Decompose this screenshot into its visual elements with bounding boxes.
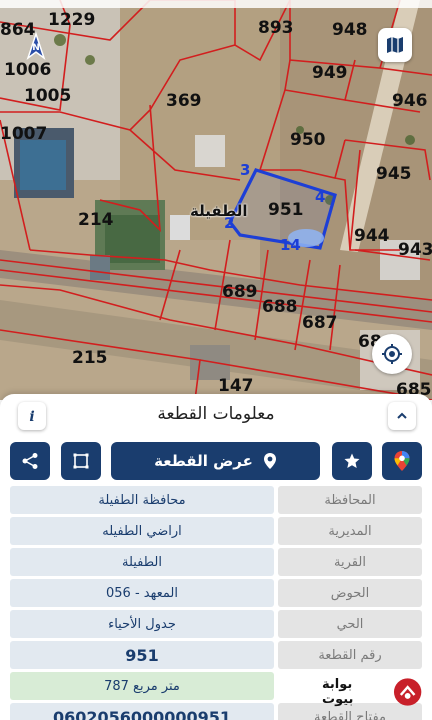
location-pin-icon: [263, 453, 276, 469]
plot-label-selected[interactable]: 951: [268, 202, 304, 219]
status-bar: [0, 0, 432, 8]
sheet-title: معلومات القطعة: [157, 404, 275, 424]
info-icon[interactable]: i: [18, 402, 46, 430]
google-maps-icon: [394, 451, 410, 471]
info-row-village: الطفيلة القرية: [10, 548, 422, 576]
plot-label[interactable]: 688: [262, 299, 298, 316]
polygon-button[interactable]: [61, 442, 101, 480]
action-bar: عرض القطعة: [0, 442, 432, 480]
vertex-label: 3: [240, 161, 251, 179]
show-plot-button[interactable]: عرض القطعة: [111, 442, 320, 480]
show-plot-label: عرض القطعة: [154, 452, 253, 470]
info-value: 787 متر مربع: [10, 672, 274, 700]
plot-label[interactable]: 1007: [0, 126, 47, 143]
plot-label[interactable]: 369: [166, 93, 202, 110]
plot-label[interactable]: 214: [78, 212, 114, 229]
satellite-map[interactable]: 1229 893 948 864 1006 949 1005 369 946 1…: [0, 0, 432, 400]
info-row-governorate: محافظة الطفيلة المحافظة: [10, 486, 422, 514]
gps-locate-icon[interactable]: [372, 334, 412, 374]
chevron-up-icon[interactable]: [388, 402, 416, 430]
info-key: الحوض: [278, 579, 422, 607]
plot-label[interactable]: 1229: [48, 12, 95, 29]
info-row-neighborhood: جدول الأحياء الحي: [10, 610, 422, 638]
brand-logo-icon: [393, 678, 422, 706]
sheet-header: i معلومات القطعة: [0, 394, 432, 436]
plot-label[interactable]: 893: [258, 20, 294, 37]
village-label: الطفيلة: [190, 202, 248, 220]
plot-label[interactable]: 950: [290, 132, 326, 149]
info-key: المديرية: [278, 517, 422, 545]
info-value: الطفيلة: [10, 548, 274, 576]
info-value: اراضي الطفيله: [10, 517, 274, 545]
info-key: القرية: [278, 548, 422, 576]
plot-label[interactable]: 946: [392, 93, 428, 110]
map-book-icon[interactable]: [378, 28, 412, 62]
plot-label[interactable]: 1006: [4, 62, 51, 79]
brand-name: بوابة بيوت: [322, 677, 354, 707]
plot-label[interactable]: 943: [398, 242, 432, 259]
svg-text:N: N: [32, 43, 40, 53]
info-value: جدول الأحياء: [10, 610, 274, 638]
info-row-plot-number: 951 رقم القطعة: [10, 641, 422, 669]
plot-info-sheet: i معلومات القطعة عرض القطعة محافظة الطفي…: [0, 394, 432, 720]
plot-label[interactable]: 948: [332, 22, 368, 39]
share-icon: [22, 453, 38, 469]
plot-label[interactable]: 689: [222, 284, 258, 301]
info-key: المحافظة: [278, 486, 422, 514]
polygon-select-icon: [73, 453, 89, 469]
north-arrow-icon[interactable]: N: [20, 30, 52, 64]
brand-watermark: بوابة بيوت: [322, 672, 422, 712]
info-row-directorate: اراضي الطفيله المديرية: [10, 517, 422, 545]
google-maps-button[interactable]: [382, 442, 422, 480]
favorite-button[interactable]: [332, 442, 372, 480]
vertex-label: 14: [280, 236, 301, 254]
info-value: 0602056000000951: [10, 703, 274, 720]
plot-label[interactable]: 945: [376, 166, 412, 183]
info-key: رقم القطعة: [278, 641, 422, 669]
plot-label[interactable]: 949: [312, 65, 348, 82]
info-value: المعهد - 056: [10, 579, 274, 607]
share-button[interactable]: [10, 442, 50, 480]
info-value: محافظة الطفيلة: [10, 486, 274, 514]
info-row-basin: المعهد - 056 الحوض: [10, 579, 422, 607]
plot-label[interactable]: 687: [302, 315, 338, 332]
info-key: الحي: [278, 610, 422, 638]
plot-label[interactable]: 944: [354, 228, 390, 245]
star-icon: [344, 453, 360, 468]
plot-label[interactable]: 215: [72, 350, 108, 367]
vertex-label: 4: [315, 188, 326, 206]
info-value: 951: [10, 641, 274, 669]
svg-text:i: i: [29, 409, 34, 424]
plot-label[interactable]: 147: [218, 378, 254, 395]
plot-label[interactable]: 1005: [24, 88, 71, 105]
